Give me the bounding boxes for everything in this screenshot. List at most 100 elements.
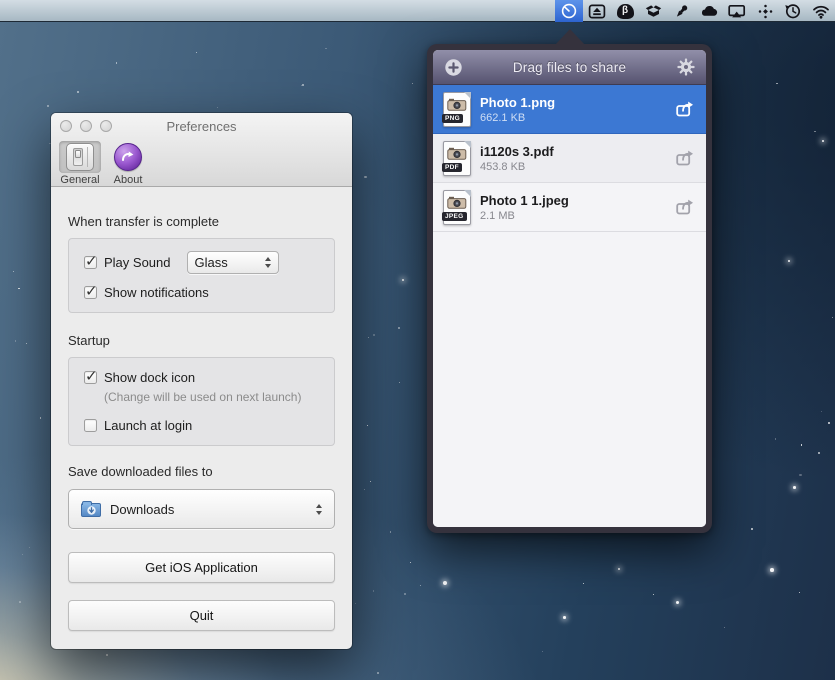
title-bar[interactable]: Preferences xyxy=(51,113,352,139)
play-sound-label: Play Sound xyxy=(104,255,171,270)
cloud-icon[interactable] xyxy=(695,0,723,22)
pushpin-icon[interactable] xyxy=(667,0,695,22)
popover-arrow xyxy=(555,29,585,45)
pushpin-glyph xyxy=(673,3,690,20)
share-file-button[interactable] xyxy=(675,149,696,167)
time-machine-icon[interactable] xyxy=(779,0,807,22)
swirl-arrow-glyph xyxy=(119,148,137,166)
save-section-heading: Save downloaded files to xyxy=(68,464,335,479)
add-file-button[interactable] xyxy=(443,57,463,77)
file-row[interactable]: PDF i1120s 3.pdf 453.8 KB xyxy=(433,134,706,183)
play-sound-checkbox[interactable]: ✓ xyxy=(84,256,97,269)
traffic-lights xyxy=(60,120,112,132)
share-arrow-icon xyxy=(675,149,696,167)
cloud-glyph xyxy=(700,3,718,19)
preferences-content: When transfer is complete ✓ Play Sound G… xyxy=(51,214,352,631)
file-texts: Photo 1 1.jpeg 2.1 MB xyxy=(480,193,666,222)
popover-body: Drag files to share xyxy=(433,50,706,527)
play-sound-row: ✓ Play Sound Glass xyxy=(84,251,319,274)
settings-button[interactable] xyxy=(676,57,696,77)
share-file-button[interactable] xyxy=(675,100,696,118)
check-icon: ✓ xyxy=(85,252,98,270)
dots-diamond-icon[interactable] xyxy=(751,0,779,22)
share-popover: Drag files to share xyxy=(427,44,712,533)
tab-about-label: About xyxy=(114,174,143,186)
startup-section-heading: Startup xyxy=(68,333,335,348)
camera-thumbnail xyxy=(447,147,467,160)
launch-at-login-label: Launch at login xyxy=(104,418,192,433)
camera-thumbnail xyxy=(447,98,467,111)
png-file-icon: PNG xyxy=(443,92,471,127)
get-ios-app-button[interactable]: Get iOS Application xyxy=(68,552,335,583)
preferences-window: Preferences General xyxy=(51,113,352,649)
dots-diamond-glyph xyxy=(757,3,774,20)
popup-arrows-icon xyxy=(265,257,271,268)
menu-bar: β xyxy=(0,0,835,22)
tab-general[interactable]: General xyxy=(59,141,101,186)
general-icon-frame xyxy=(59,141,101,173)
file-name: i1120s 3.pdf xyxy=(480,144,666,159)
popover-title: Drag files to share xyxy=(463,60,676,75)
menu-bar-status-tray: β xyxy=(555,0,835,22)
launch-at-login-checkbox[interactable] xyxy=(84,419,97,432)
save-folder-select[interactable]: Downloads xyxy=(68,489,335,529)
down-arrow-icon xyxy=(316,511,322,515)
quit-button[interactable]: Quit xyxy=(68,600,335,631)
timer-dial-glyph xyxy=(560,2,578,20)
eject-box-icon[interactable] xyxy=(583,0,611,22)
sound-select[interactable]: Glass xyxy=(187,251,279,274)
light-switch-icon xyxy=(66,143,94,171)
show-notifications-checkbox[interactable]: ✓ xyxy=(84,286,97,299)
about-icon-frame xyxy=(107,141,149,173)
close-button[interactable] xyxy=(60,120,72,132)
dropbox-icon[interactable] xyxy=(639,0,667,22)
airplay-icon[interactable] xyxy=(723,0,751,22)
file-type-badge: PDF xyxy=(442,163,462,172)
jpeg-file-icon: JPEG xyxy=(443,190,471,225)
check-icon: ✓ xyxy=(85,367,98,385)
tab-general-label: General xyxy=(60,174,99,186)
startup-group-box: ✓ Show dock icon (Change will be used on… xyxy=(68,357,335,446)
file-row[interactable]: JPEG Photo 1 1.jpeg 2.1 MB xyxy=(433,183,706,232)
share-file-button[interactable] xyxy=(675,198,696,216)
show-dock-icon-checkbox[interactable]: ✓ xyxy=(84,371,97,384)
file-type-badge: JPEG xyxy=(442,212,467,221)
window-chrome: Preferences General xyxy=(51,113,352,187)
share-arrow-icon xyxy=(675,198,696,216)
time-machine-glyph xyxy=(784,2,802,20)
beta-icon[interactable]: β xyxy=(611,0,639,22)
download-arrow-glyph xyxy=(87,506,96,515)
file-name: Photo 1 1.jpeg xyxy=(480,193,666,208)
plus-icon xyxy=(444,58,463,77)
file-texts: Photo 1.png 662.1 KB xyxy=(480,95,666,124)
wifi-icon[interactable] xyxy=(807,0,835,22)
tab-about[interactable]: About xyxy=(107,141,149,186)
file-size: 662.1 KB xyxy=(480,112,666,124)
file-size: 2.1 MB xyxy=(480,210,666,222)
up-arrow-icon xyxy=(265,257,271,261)
popover-header: Drag files to share xyxy=(433,50,706,85)
switch-slot xyxy=(73,148,83,166)
file-size: 453.8 KB xyxy=(480,161,666,173)
share-arrow-icon xyxy=(675,100,696,118)
gear-icon xyxy=(677,58,695,76)
up-arrow-icon xyxy=(316,504,322,508)
dropbox-glyph xyxy=(645,3,662,19)
minimize-button[interactable] xyxy=(80,120,92,132)
about-icon xyxy=(114,143,142,171)
popup-arrows-icon xyxy=(316,504,322,515)
file-list-empty-area xyxy=(433,232,706,527)
eject-box-glyph xyxy=(588,3,606,20)
file-texts: i1120s 3.pdf 453.8 KB xyxy=(480,144,666,173)
sound-select-value: Glass xyxy=(195,255,228,270)
zoom-button[interactable] xyxy=(100,120,112,132)
check-icon: ✓ xyxy=(85,282,98,300)
dock-change-note: (Change will be used on next launch) xyxy=(104,390,319,404)
file-row[interactable]: PNG Photo 1.png 662.1 KB xyxy=(433,85,706,134)
airplay-glyph xyxy=(728,3,746,20)
show-dock-icon-label: Show dock icon xyxy=(104,370,195,385)
save-folder-value: Downloads xyxy=(110,502,174,517)
app-timer-icon[interactable] xyxy=(555,0,583,22)
transfer-section-heading: When transfer is complete xyxy=(68,214,335,229)
transfer-group-box: ✓ Play Sound Glass ✓ Show notifications xyxy=(68,238,335,313)
